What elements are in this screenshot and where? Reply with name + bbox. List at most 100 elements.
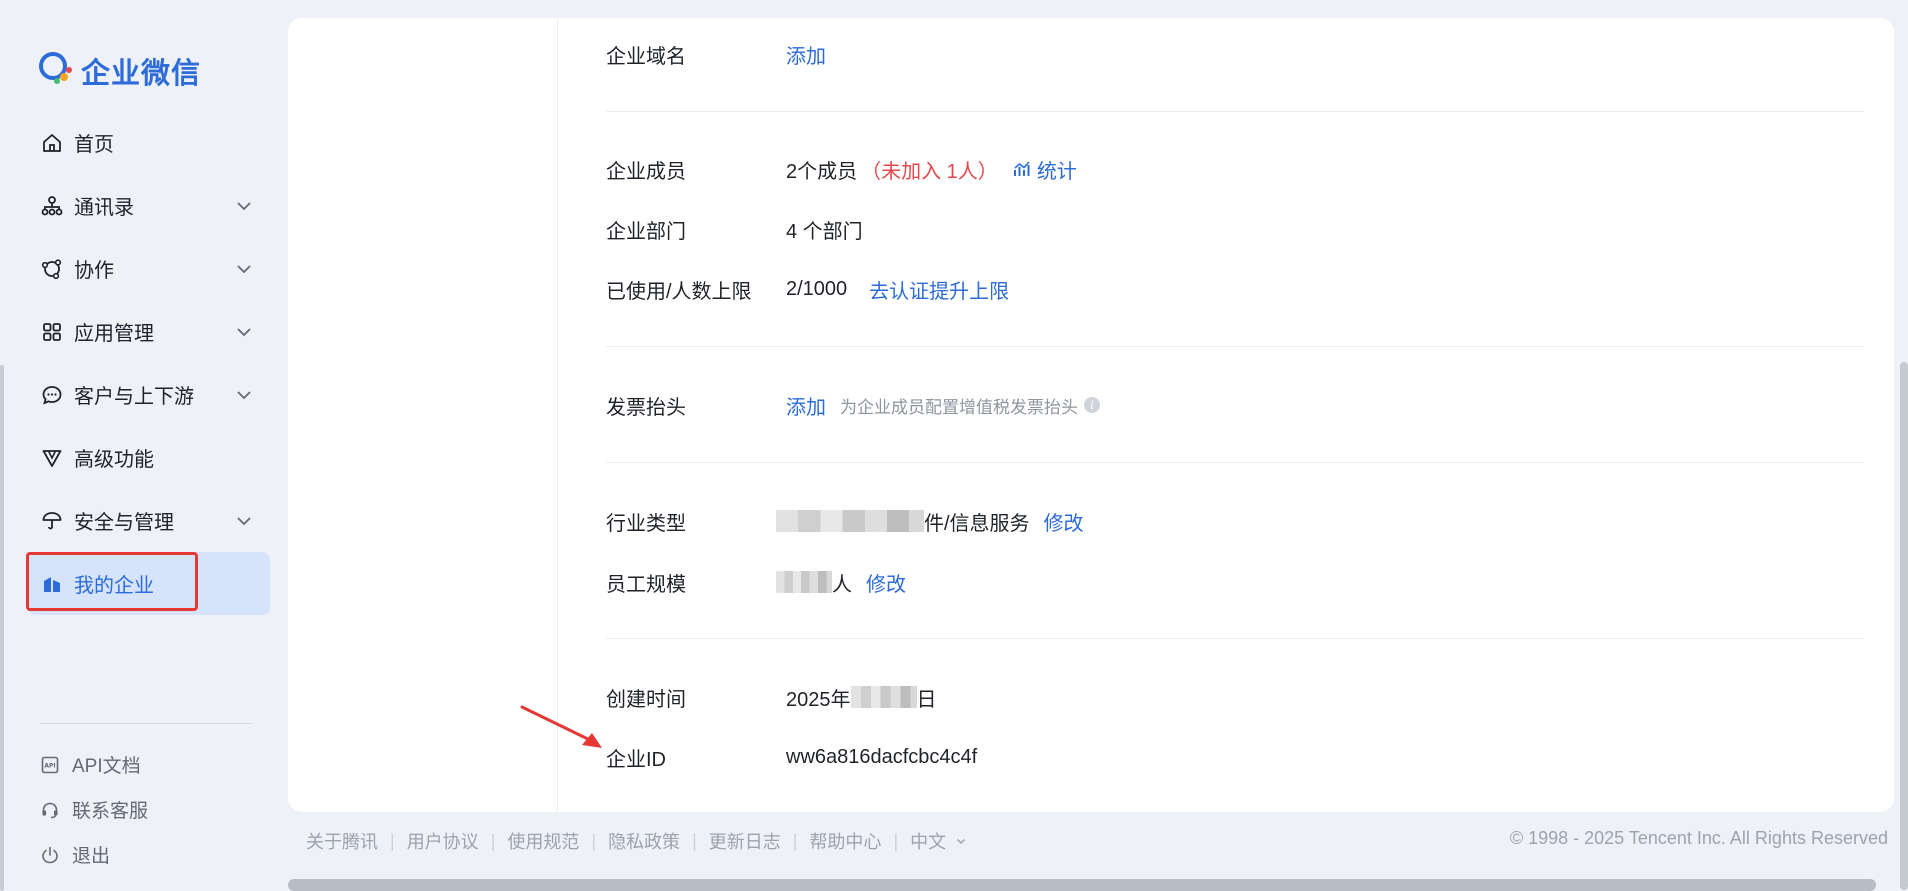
section-divider — [606, 346, 1864, 347]
sidebar-item-label: 安全与管理 — [74, 512, 174, 534]
language-label: 中文 — [910, 832, 947, 852]
collaboration-icon — [40, 257, 64, 281]
stats-link[interactable]: 统计 — [1012, 155, 1077, 184]
industry-type-label: 行业类型 — [606, 512, 686, 535]
vertical-scrollbar[interactable] — [1900, 362, 1908, 890]
logout-link[interactable]: 退出 — [40, 832, 148, 877]
panel-divider — [557, 18, 558, 812]
chevron-down-icon[interactable] — [234, 511, 254, 531]
api-doc-link[interactable]: API API文档 — [40, 742, 148, 787]
edit-scale-link[interactable]: 修改 — [866, 568, 906, 597]
not-joined-count: （未加入 1人） — [861, 160, 998, 183]
sidebar-nav: 首页 通讯录 协作 应用管理 客户与上下游 高级功能 安全与管理 我的企业 — [26, 111, 270, 615]
app-logo-text: 企业微信 — [81, 57, 202, 90]
umbrella-icon — [40, 509, 64, 533]
chevron-down-icon[interactable] — [234, 322, 254, 342]
api-doc-label: API文档 — [72, 756, 141, 777]
sidebar-item-label: 应用管理 — [74, 323, 154, 345]
contact-support-label: 联系客服 — [72, 801, 149, 822]
industry-type-row: 行业类型 件/信息服务 修改 — [606, 506, 1084, 536]
wecom-logo-icon — [35, 48, 75, 93]
member-limit-label: 已使用/人数上限 — [606, 280, 752, 303]
chevron-down-icon[interactable] — [234, 259, 254, 279]
copyright: © 1998 - 2025 Tencent Inc. All Rights Re… — [1509, 828, 1888, 848]
annotation-arrow — [520, 705, 602, 748]
sidebar-item-security[interactable]: 安全与管理 — [28, 489, 270, 552]
employee-scale-label: 员工规模 — [606, 573, 686, 596]
svg-text:API: API — [44, 762, 55, 769]
chevron-down-icon[interactable] — [234, 385, 254, 405]
sidebar-item-label: 通讯录 — [74, 197, 134, 219]
verify-upgrade-limit-link[interactable]: 去认证提升上限 — [869, 275, 1009, 304]
edit-industry-link[interactable]: 修改 — [1044, 507, 1084, 536]
company-info-panel: 企业域名 添加 企业成员 2个成员 （未加入 1人） 统计 企业部门 4 个部门… — [288, 18, 1894, 812]
corp-id-label: 企业ID — [606, 748, 666, 771]
horizontal-scrollbar[interactable] — [288, 879, 1876, 891]
section-divider — [606, 638, 1864, 639]
sidebar-item-app-management[interactable]: 应用管理 — [28, 300, 270, 363]
invoice-title-label: 发票抬头 — [606, 396, 686, 419]
sidebar-item-home[interactable]: 首页 — [28, 111, 270, 174]
created-time-row: 创建时间 2025年 日 — [606, 682, 937, 712]
sidebar-item-advanced[interactable]: 高级功能 — [28, 426, 270, 489]
company-domain-row: 企业域名 添加 — [606, 39, 826, 69]
company-domain-label: 企业域名 — [606, 45, 686, 68]
company-members-label: 企业成员 — [606, 160, 686, 183]
sidebar-bottom-links: API API文档 联系客服 退出 — [40, 742, 148, 877]
chevron-down-icon — [957, 838, 966, 845]
employee-scale-row: 员工规模 人 修改 — [606, 567, 906, 597]
stats-link-label: 统计 — [1036, 160, 1077, 183]
employee-scale-value: 人 — [832, 573, 852, 596]
sidebar: 企业微信 首页 通讯录 协作 应用管理 客户与上下游 高级功能 安全与管理 我的… — [0, 0, 287, 891]
power-icon — [40, 845, 60, 865]
sidebar-scrollbar[interactable] — [0, 365, 4, 891]
add-domain-link[interactable]: 添加 — [786, 40, 826, 69]
home-icon — [40, 131, 64, 155]
corp-id-value[interactable]: ww6a816dacfcbc4c4f — [786, 746, 977, 769]
company-departments-label: 企业部门 — [606, 220, 686, 243]
created-day: 日 — [916, 688, 937, 711]
chat-bubble-icon — [40, 383, 64, 407]
org-chart-icon — [40, 194, 64, 218]
logout-label: 退出 — [72, 846, 111, 867]
industry-value: 件/信息服务 — [924, 512, 1030, 535]
app-logo[interactable]: 企业微信 — [35, 48, 201, 93]
sidebar-item-label: 协作 — [74, 260, 114, 282]
footer-link-usage-policy[interactable]: 使用规范 — [507, 828, 579, 854]
company-departments-row: 企业部门 4 个部门 — [606, 214, 863, 244]
invoice-hint: 为企业成员配置增值税发票抬头 — [840, 397, 1078, 417]
company-icon — [40, 572, 64, 596]
footer-links: 关于腾讯 | 用户协议 | 使用规范 | 隐私政策 | 更新日志 | 帮助中心 | 中文 — [306, 828, 968, 854]
invoice-title-row: 发票抬头 添加 为企业成员配置增值税发票抬头 i — [606, 390, 1100, 420]
add-invoice-title-link[interactable]: 添加 — [786, 391, 826, 420]
headset-icon — [40, 800, 60, 820]
language-selector[interactable]: 中文 — [910, 828, 968, 854]
footer-link-changelog[interactable]: 更新日志 — [709, 828, 781, 854]
member-usage-value: 2/1000 — [786, 277, 848, 300]
sidebar-item-customers[interactable]: 客户与上下游 — [28, 363, 270, 426]
footer-link-privacy[interactable]: 隐私政策 — [608, 828, 680, 854]
info-icon[interactable]: i — [1084, 397, 1100, 413]
chevron-down-icon[interactable] — [234, 196, 254, 216]
corp-id-row: 企业ID ww6a816dacfcbc4c4f — [606, 742, 977, 772]
sidebar-item-contacts[interactable]: 通讯录 — [28, 174, 270, 237]
footer-link-help-center[interactable]: 帮助中心 — [809, 828, 881, 854]
sidebar-item-label: 客户与上下游 — [74, 386, 194, 408]
sidebar-item-label: 高级功能 — [74, 449, 154, 471]
advanced-v-icon — [40, 446, 64, 470]
member-limit-row: 已使用/人数上限 2/1000 去认证提升上限 — [606, 274, 1009, 304]
sidebar-divider — [40, 723, 252, 724]
redacted-date — [850, 686, 917, 708]
contact-support-link[interactable]: 联系客服 — [40, 787, 148, 832]
stats-chart-icon — [1013, 161, 1030, 176]
redacted-scale — [776, 571, 832, 593]
created-time-label: 创建时间 — [606, 688, 686, 711]
api-doc-icon: API — [40, 755, 60, 775]
footer-link-user-agreement[interactable]: 用户协议 — [407, 828, 479, 854]
apps-grid-icon — [40, 320, 64, 344]
footer-link-about[interactable]: 关于腾讯 — [306, 828, 378, 854]
created-year: 2025年 — [786, 688, 851, 711]
department-count: 4 个部门 — [786, 220, 863, 243]
sidebar-item-collaboration[interactable]: 协作 — [28, 237, 270, 300]
sidebar-item-my-company[interactable]: 我的企业 — [26, 552, 270, 615]
